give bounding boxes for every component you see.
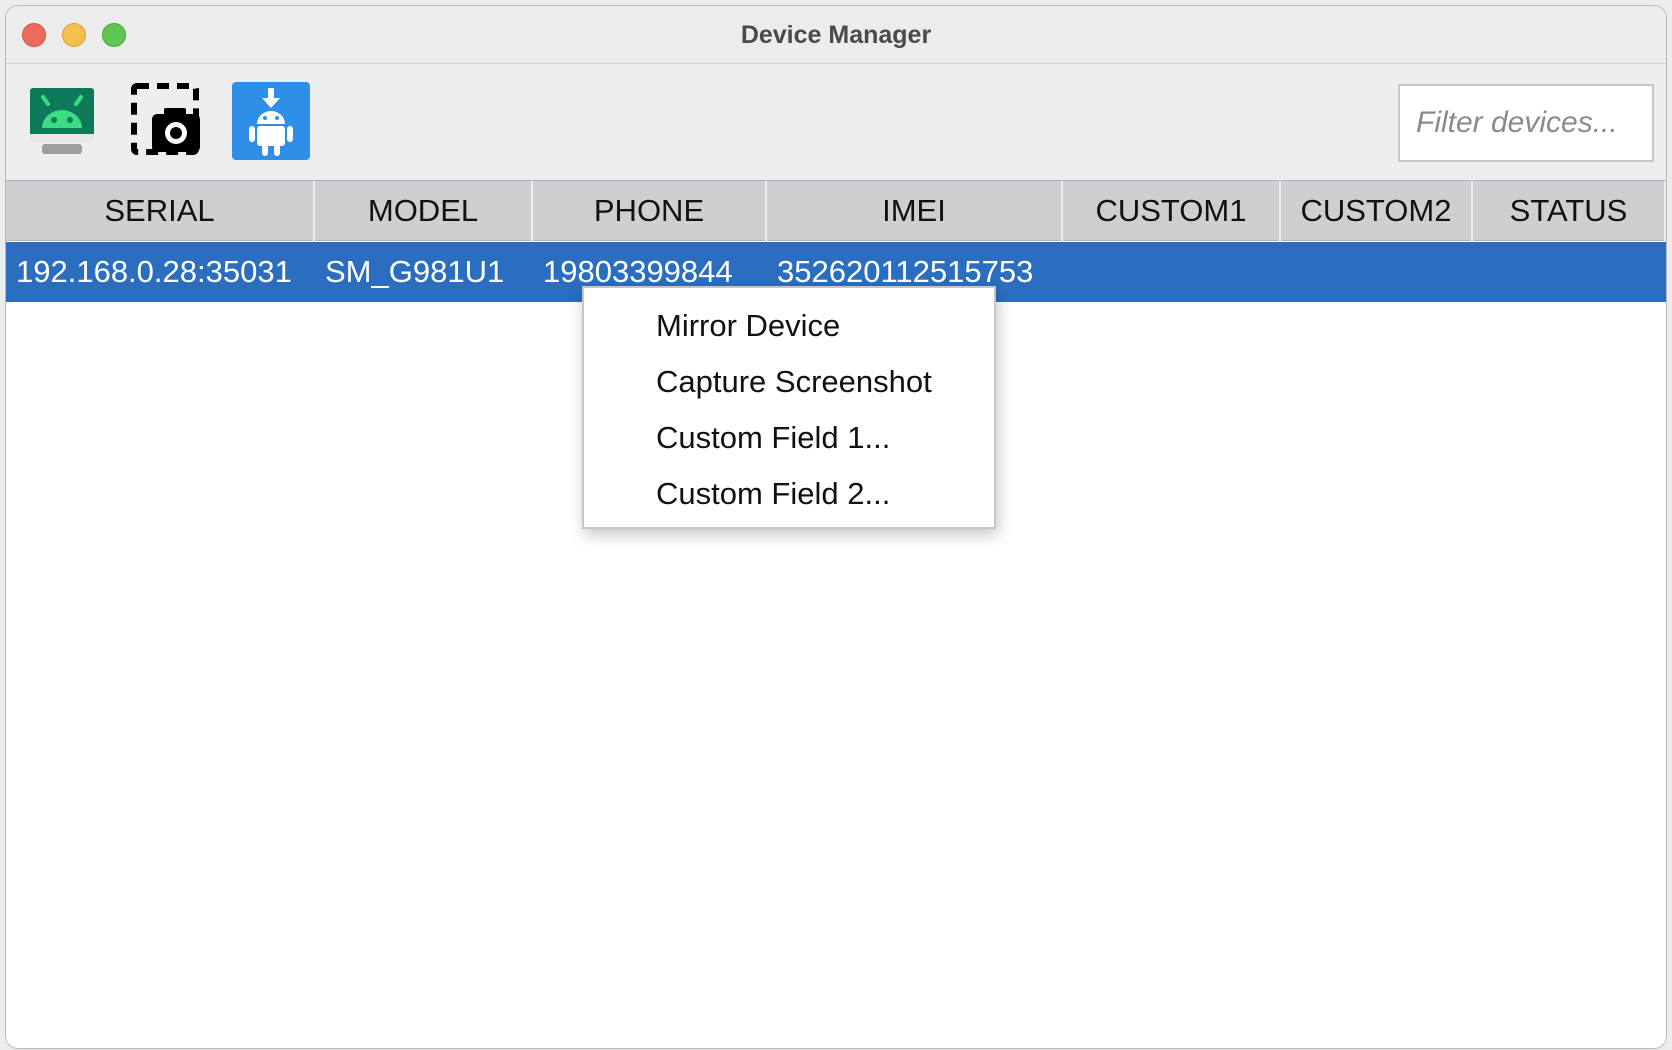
column-header-serial[interactable]: SERIAL: [6, 181, 315, 241]
table-header: SERIAL MODEL PHONE IMEI CUSTOM1 CUSTOM2 …: [6, 181, 1666, 241]
capture-screenshot-button[interactable]: [130, 82, 210, 162]
mirror-device-button[interactable]: [28, 82, 108, 162]
install-apk-button[interactable]: [232, 82, 312, 162]
device-manager-window: Device Manager Filter devices... SERIAL …: [6, 6, 1666, 1048]
cell-serial[interactable]: 192.168.0.28:35031: [6, 242, 315, 302]
filter-devices-input[interactable]: [1398, 84, 1654, 162]
cell-status[interactable]: [1473, 242, 1666, 302]
cell-custom1[interactable]: [1063, 242, 1281, 302]
title-bar: Device Manager: [6, 6, 1666, 64]
column-header-status[interactable]: STATUS: [1473, 181, 1666, 241]
column-header-custom1[interactable]: CUSTOM1: [1063, 181, 1281, 241]
column-header-phone[interactable]: PHONE: [533, 181, 767, 241]
column-header-custom2[interactable]: CUSTOM2: [1281, 181, 1473, 241]
row-context-menu: Mirror Device Capture Screenshot Custom …: [582, 286, 996, 529]
cell-custom2[interactable]: [1281, 242, 1473, 302]
column-header-imei[interactable]: IMEI: [767, 181, 1063, 241]
menu-item-mirror-device[interactable]: Mirror Device: [584, 298, 994, 354]
menu-item-capture-screenshot[interactable]: Capture Screenshot: [584, 354, 994, 410]
menu-item-custom-field-1[interactable]: Custom Field 1...: [584, 410, 994, 466]
toolbar: [6, 64, 1666, 180]
android-download-icon: [232, 82, 310, 160]
menu-item-custom-field-2[interactable]: Custom Field 2...: [584, 466, 994, 522]
android-monitor-icon: [30, 88, 94, 154]
window-title: Device Manager: [740, 21, 932, 49]
cell-model[interactable]: SM_G981U1: [315, 242, 533, 302]
camera-selection-icon: [131, 83, 200, 155]
column-header-model[interactable]: MODEL: [315, 181, 533, 241]
